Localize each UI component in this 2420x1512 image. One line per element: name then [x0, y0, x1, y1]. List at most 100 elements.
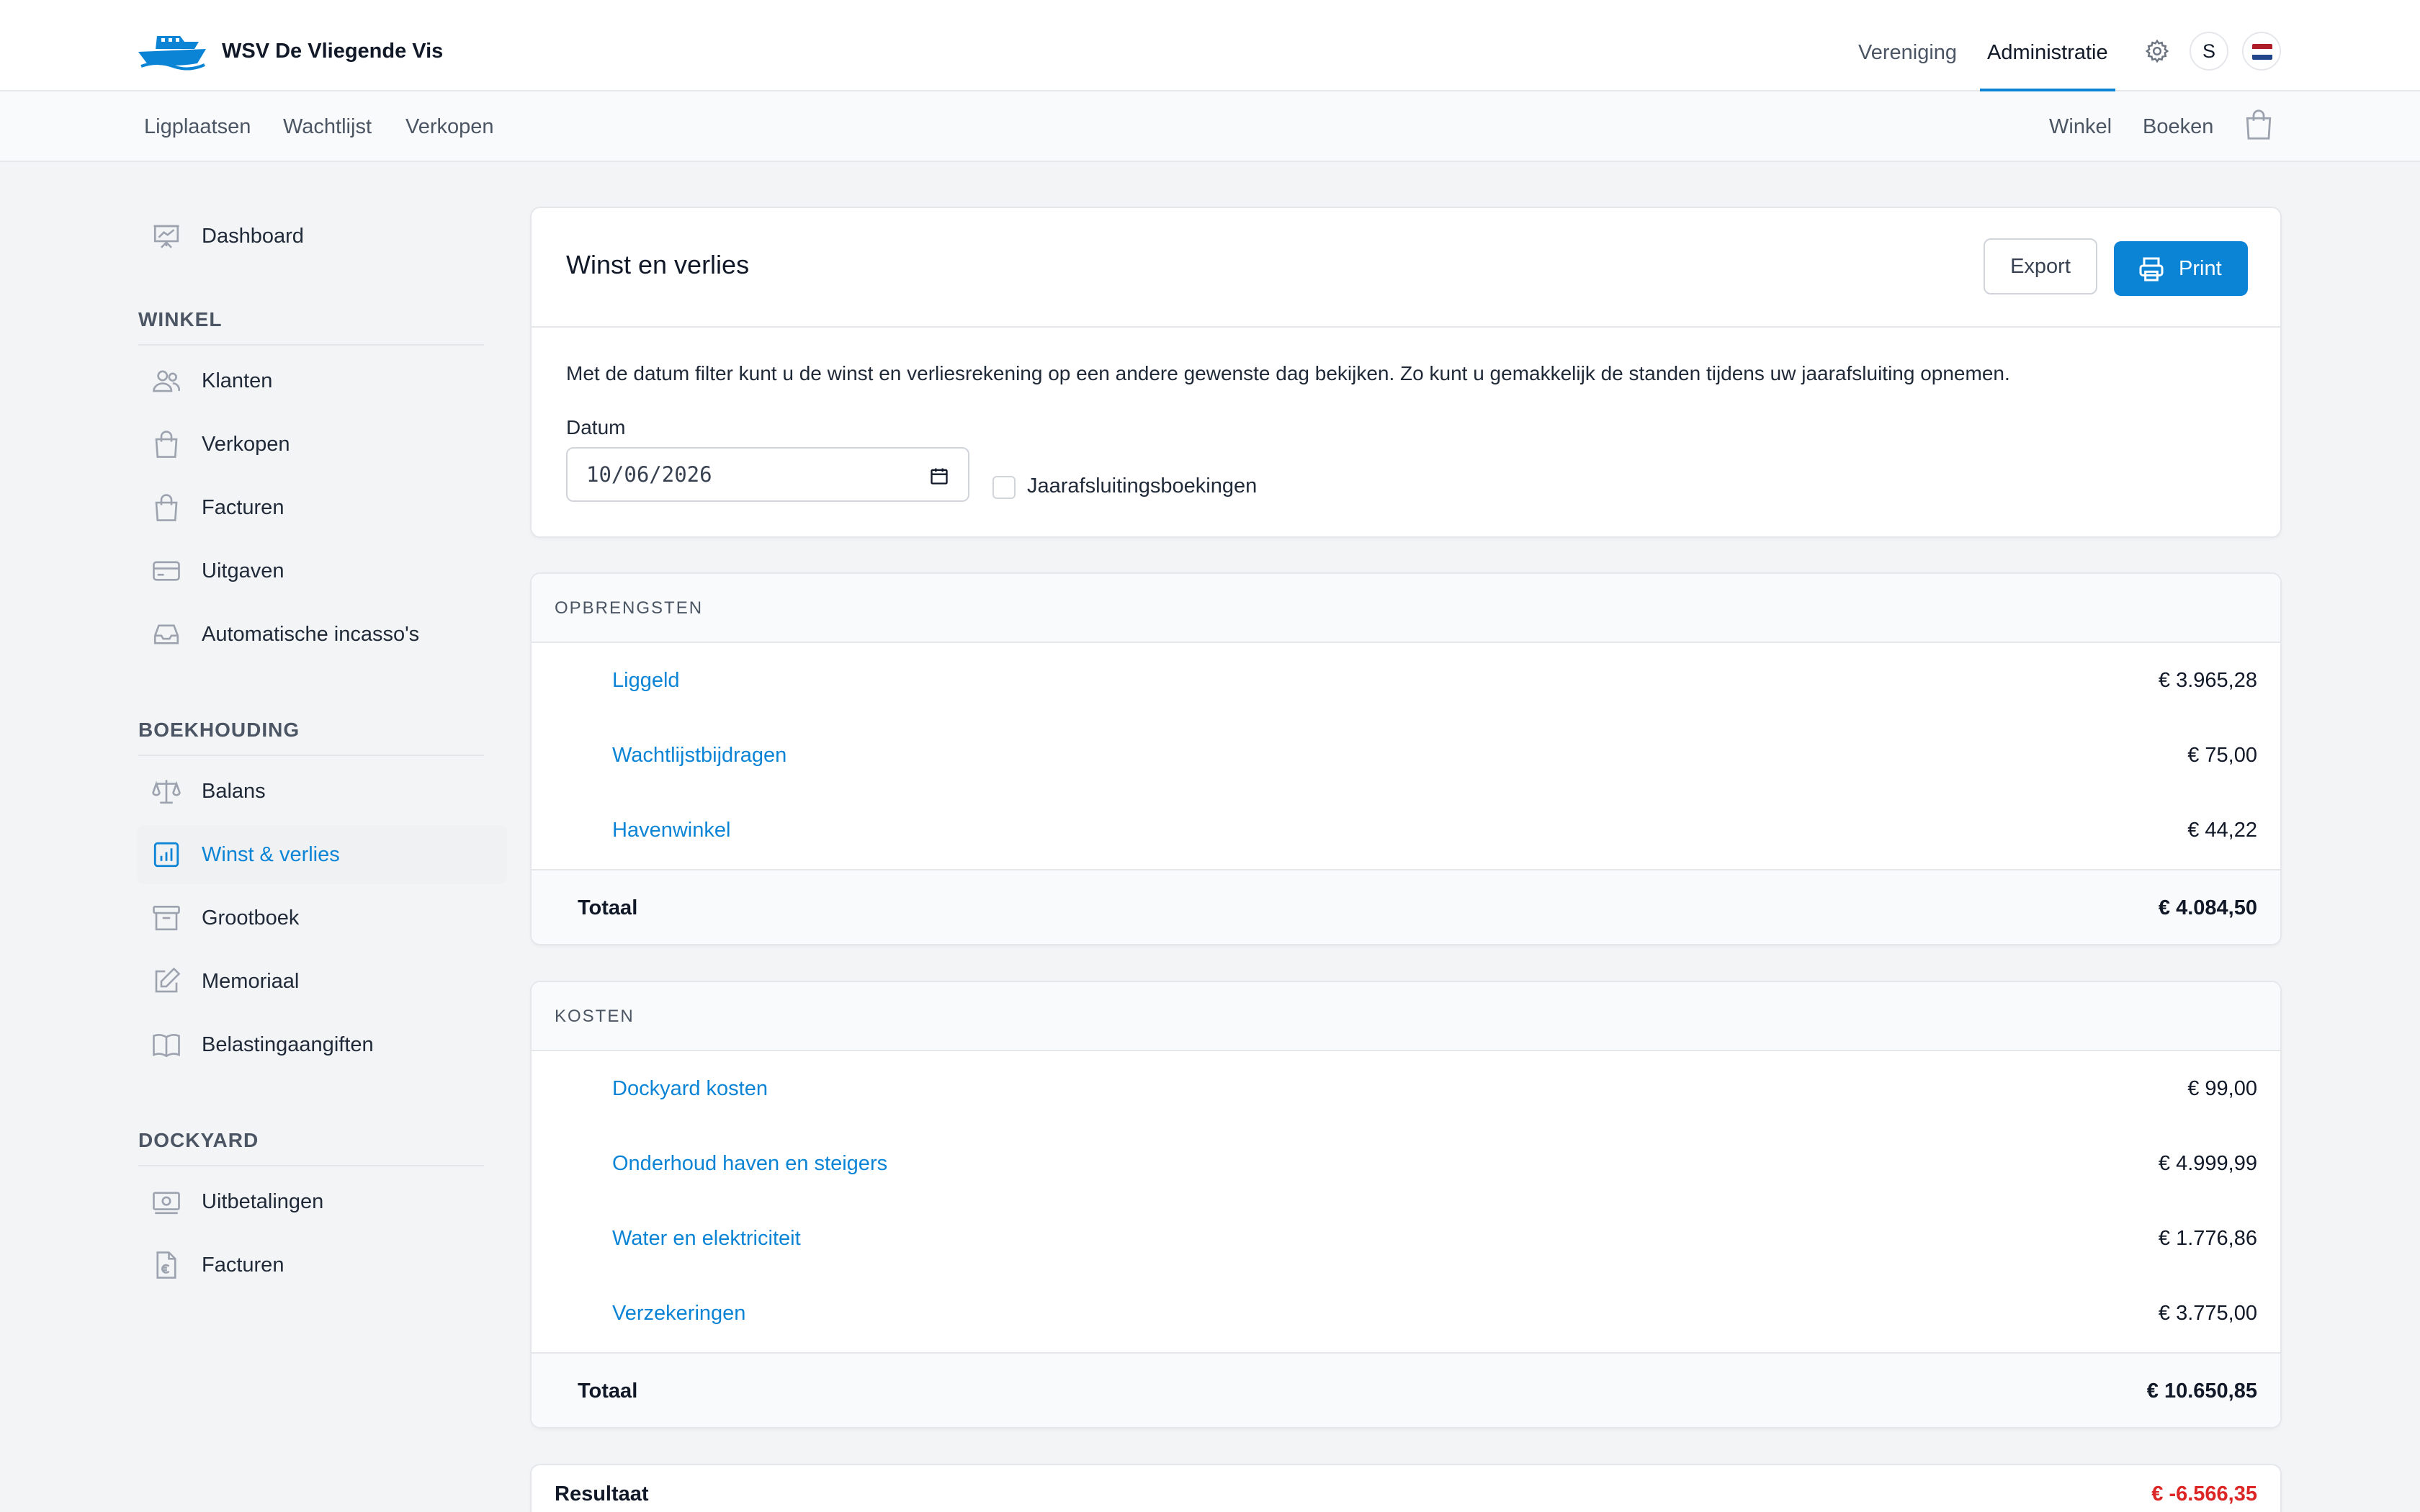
- sidebar-item-dashboard[interactable]: Dashboard: [137, 207, 507, 266]
- archive-box-icon: [153, 905, 180, 931]
- sidebar-label: Klanten: [202, 369, 273, 392]
- amount: € 4.999,99: [2158, 1152, 2257, 1175]
- document-euro-icon: [156, 1251, 176, 1279]
- subnav-winkel[interactable]: Winkel: [2049, 91, 2112, 162]
- topnav-administratie[interactable]: Administratie: [1980, 0, 2115, 91]
- calendar-icon[interactable]: [929, 466, 949, 486]
- subnav-wachtlijst[interactable]: Wachtlijst: [283, 91, 372, 162]
- account-link[interactable]: Water en elektriciteit: [612, 1201, 801, 1276]
- sidebar-item-automatische-incassos[interactable]: Automatische incasso's: [137, 605, 507, 664]
- sidebar-label: Uitbetalingen: [202, 1190, 324, 1213]
- table-row: Water en elektriciteit € 1.776,86: [532, 1201, 2280, 1276]
- account-link[interactable]: Onderhoud haven en steigers: [612, 1126, 887, 1201]
- report-header-card: Winst en verlies Export Print Met de dat…: [530, 207, 2282, 538]
- account-link[interactable]: Havenwinkel: [612, 793, 730, 868]
- table-row: Havenwinkel € 44,22: [532, 793, 2280, 868]
- checkbox-label: Jaarafsluitingsboekingen: [1027, 474, 1258, 498]
- sidebar-item-dockyard-facturen[interactable]: Facturen: [137, 1236, 507, 1295]
- sidebar-divider: [138, 1165, 484, 1166]
- result-amount: € -6.566,35: [2151, 1482, 2257, 1506]
- total-label: Totaal: [578, 896, 638, 919]
- gear-icon[interactable]: [2144, 38, 2170, 64]
- subnav-ligplaatsen[interactable]: Ligplaatsen: [144, 91, 251, 162]
- users-icon: [153, 370, 180, 392]
- date-input[interactable]: 10/06/2026: [566, 447, 969, 502]
- card-divider: [532, 326, 2280, 328]
- sidebar-label: Facturen: [202, 1254, 284, 1277]
- table-row: Onderhoud haven en steigers € 4.999,99: [532, 1126, 2280, 1201]
- sidebar-label: Memoriaal: [202, 970, 300, 993]
- table-row: Verzekeringen € 3.775,00: [532, 1276, 2280, 1351]
- total-row: Totaal € 10.650,85: [532, 1352, 2280, 1427]
- sidebar-item-verkopen[interactable]: Verkopen: [137, 415, 507, 474]
- org-name: WSV De Vliegende Vis: [222, 39, 444, 63]
- amount: € 3.965,28: [2158, 669, 2257, 692]
- sidebar-item-belastingaangiften[interactable]: Belastingaangiften: [137, 1015, 507, 1074]
- amount: € 44,22: [2187, 819, 2257, 842]
- opbrengsten-card: OPBRENGSTEN Liggeld € 3.965,28 Wachtlijs…: [530, 572, 2282, 945]
- sidebar-item-winst-verlies[interactable]: Winst & verlies: [137, 825, 507, 884]
- presentation-chart-icon: [153, 225, 179, 248]
- account-link[interactable]: Liggeld: [612, 643, 680, 718]
- inbox-icon: [153, 624, 179, 644]
- brand[interactable]: WSV De Vliegende Vis: [137, 32, 443, 71]
- total-row: Totaal € 4.084,50: [532, 869, 2280, 944]
- sidebar-item-balans[interactable]: Balans: [137, 762, 507, 821]
- sidebar-label: Automatische incasso's: [202, 623, 420, 646]
- pencil-square-icon: [155, 967, 181, 993]
- table-row: Liggeld € 3.965,28: [532, 643, 2280, 718]
- table-row: Wachtlijstbijdragen € 75,00: [532, 718, 2280, 793]
- sidebar-label: Facturen: [202, 496, 284, 519]
- user-avatar[interactable]: S: [2190, 32, 2228, 71]
- sidebar-label: Balans: [202, 780, 266, 803]
- language-flag-icon[interactable]: [2242, 32, 2281, 71]
- topnav-vereniging[interactable]: Vereniging: [1858, 0, 1957, 91]
- sidebar-label: Belastingaangiften: [202, 1033, 374, 1056]
- boat-logo-icon: [138, 36, 206, 71]
- section-header: KOSTEN: [532, 982, 2280, 1051]
- sidebar-item-uitbetalingen[interactable]: Uitbetalingen: [137, 1172, 507, 1231]
- sidebar-item-facturen[interactable]: Facturen: [137, 478, 507, 537]
- book-open-icon: [153, 1034, 180, 1058]
- sub-navbar: Ligplaatsen Wachtlijst Verkopen Winkel B…: [0, 91, 2420, 162]
- result-label: Resultaat: [555, 1482, 649, 1506]
- amount: € 3.775,00: [2158, 1302, 2257, 1325]
- date-value: 10/06/2026: [586, 462, 712, 487]
- account-link[interactable]: Dockyard kosten: [612, 1051, 768, 1126]
- sidebar-item-klanten[interactable]: Klanten: [137, 351, 507, 410]
- date-label: Datum: [566, 416, 626, 438]
- subnav-boeken[interactable]: Boeken: [2143, 91, 2213, 162]
- section-header: OPBRENGSTEN: [532, 574, 2280, 643]
- sidebar-heading-boekhouding: BOEKHOUDING: [138, 719, 300, 741]
- bar-chart-icon: [153, 842, 179, 868]
- total-label: Totaal: [578, 1380, 638, 1403]
- amount: € 1.776,86: [2158, 1227, 2257, 1250]
- credit-card-icon: [153, 561, 180, 581]
- account-link[interactable]: Wachtlijstbijdragen: [612, 718, 786, 793]
- print-button[interactable]: Print: [2114, 241, 2248, 296]
- sidebar-heading-winkel: WINKEL: [138, 308, 223, 330]
- sidebar-divider: [138, 344, 484, 346]
- sidebar-label: Verkopen: [202, 433, 290, 456]
- sidebar-item-uitgaven[interactable]: Uitgaven: [137, 541, 507, 600]
- table-row: Dockyard kosten € 99,00: [532, 1051, 2280, 1126]
- sidebar-label: Dashboard: [202, 225, 304, 248]
- sidebar-divider: [138, 755, 484, 756]
- subnav-verkopen[interactable]: Verkopen: [405, 91, 494, 162]
- sidebar-heading-dockyard: DOCKYARD: [138, 1129, 259, 1151]
- sidebar-label: Uitgaven: [202, 559, 284, 582]
- intro-text: Met de datum filter kunt u de winst en v…: [566, 362, 2010, 384]
- account-link[interactable]: Verzekeringen: [612, 1276, 745, 1351]
- shopping-bag-icon[interactable]: [2244, 108, 2274, 141]
- resultaat-card: Resultaat € -6.566,35: [530, 1464, 2282, 1512]
- shopping-bag-icon: [155, 431, 178, 458]
- section-title: OPBRENGSTEN: [555, 598, 704, 618]
- banknote-icon: [153, 1192, 180, 1215]
- sidebar-item-memoriaal[interactable]: Memoriaal: [137, 952, 507, 1011]
- jaarafsluiting-checkbox[interactable]: [992, 476, 1016, 499]
- sidebar-label: Winst & verlies: [202, 843, 340, 866]
- top-navbar: WSV De Vliegende Vis Vereniging Administ…: [0, 0, 2420, 91]
- sidebar-item-grootboek[interactable]: Grootboek: [137, 888, 507, 948]
- page-title: Winst en verlies: [566, 250, 750, 279]
- export-button[interactable]: Export: [1984, 238, 2097, 294]
